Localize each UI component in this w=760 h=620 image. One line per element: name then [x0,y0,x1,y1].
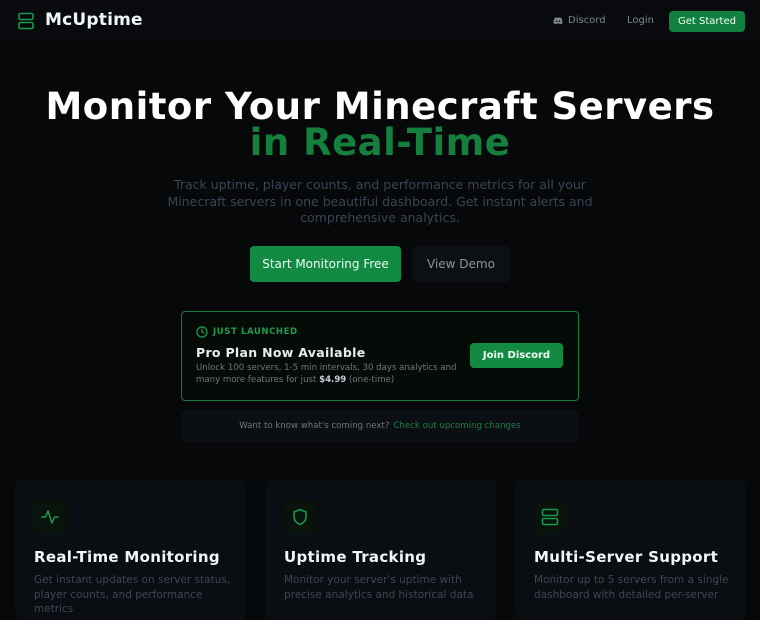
feature-description: Monitor your server's uptime with precis… [284,574,474,601]
promo-title: Pro Plan Now Available [196,345,366,360]
join-discord-button[interactable]: Join Discord [470,343,563,368]
promo-desc-suffix: (one-time) [349,375,395,385]
feature-title: Uptime Tracking [284,548,427,566]
feature-description: Get instant updates on server status, pl… [34,574,231,615]
view-demo-button[interactable]: View Demo [412,246,510,282]
server-logo-icon [18,12,34,30]
upcoming-changes-bar: Want to know what's coming next? Check o… [181,410,579,442]
feature-card-multiserver: Multi-Server Support Monitor up to 5 ser… [515,480,746,620]
feature-card-realtime: Real-Time Monitoring Get instant updates… [15,480,246,620]
discord-icon [553,17,563,24]
feature-description: Monitor up to 5 servers from a single da… [534,574,729,601]
nav-discord-label: Discord [568,15,606,26]
hero-title-accent: in Real-Time [249,121,511,164]
hero-subtitle: Track uptime, player counts, and perform… [167,177,593,225]
nav-discord-link[interactable]: Discord [553,15,606,26]
shield-icon [283,500,317,534]
upcoming-changes-link[interactable]: Check out upcoming changes [393,421,520,431]
feature-card-uptime: Uptime Tracking Monitor your server's up… [265,480,496,620]
promo-description: Unlock 100 servers, 1-5 min intervals, 3… [196,362,460,386]
hero-title: Monitor Your Minecraft Servers [45,85,715,128]
get-started-button[interactable]: Get Started [669,11,745,32]
top-navbar: McUptime Discord Login Get Started [0,0,760,42]
start-monitoring-button[interactable]: Start Monitoring Free [250,246,401,282]
activity-icon [33,500,67,534]
brand-name[interactable]: McUptime [45,10,143,30]
feature-title: Multi-Server Support [534,548,719,566]
feature-title: Real-Time Monitoring [34,548,220,566]
clock-icon [196,326,208,338]
upcoming-text: Want to know what's coming next? [239,421,390,431]
promo-tag: JUST LAUNCHED [213,327,298,337]
pro-plan-banner: JUST LAUNCHED Pro Plan Now Available Unl… [181,311,579,401]
nav-login-link[interactable]: Login [627,15,654,26]
promo-price: $4.99 [319,375,347,385]
server-icon [533,500,567,534]
